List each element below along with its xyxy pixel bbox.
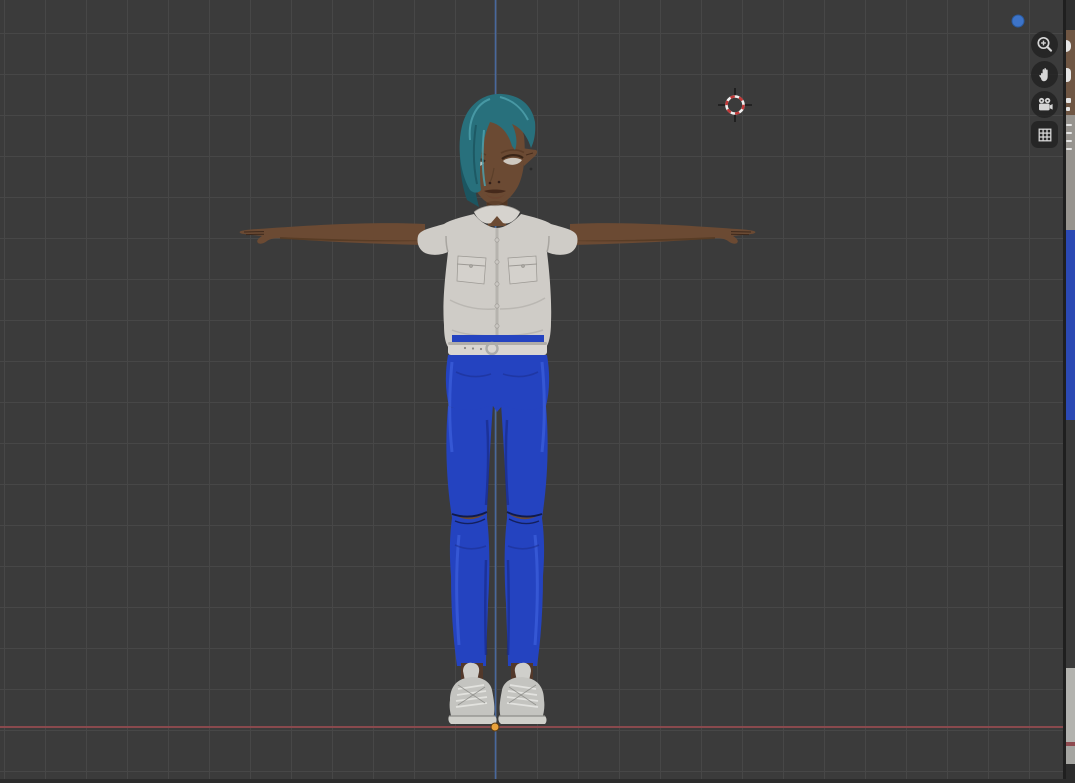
adjacent-segment-bg	[1066, 420, 1075, 668]
character-shirt	[417, 204, 578, 349]
adjacent-segment-shoe2	[1066, 746, 1075, 764]
partial-hand-icon	[1066, 68, 1071, 82]
navigation-gizmo-ball[interactable]	[1011, 14, 1025, 28]
earring	[529, 167, 533, 171]
character-head	[459, 93, 538, 207]
right-sole	[498, 716, 547, 724]
partial-camera-icon-2	[1066, 107, 1070, 111]
3d-cursor	[718, 88, 752, 122]
adjacent-segment-shoe	[1066, 668, 1075, 742]
grid-icon	[1038, 128, 1051, 141]
shirt-pocket-right	[507, 255, 538, 285]
adjacent-segment-jeans	[1066, 230, 1075, 420]
character-belt	[448, 341, 547, 356]
3d-viewport[interactable]	[0, 0, 1075, 783]
left-arm	[239, 223, 425, 245]
character-model[interactable]	[239, 93, 756, 724]
camera-view-button[interactable]	[1031, 91, 1058, 118]
character-jeans	[445, 355, 550, 666]
partial-list-line-1	[1066, 124, 1072, 126]
right-arm	[570, 223, 756, 245]
left-sole	[448, 716, 497, 724]
hand-icon	[1039, 67, 1048, 82]
grid-toggle-button[interactable]	[1031, 121, 1058, 148]
shirt-pocket-left	[456, 255, 487, 285]
scene-canvas[interactable]	[0, 0, 1075, 783]
jeans-hips	[445, 355, 550, 412]
pan-view-button[interactable]	[1031, 61, 1058, 88]
object-origin-point[interactable]	[490, 722, 500, 732]
partial-list-line-3	[1066, 140, 1072, 142]
partial-list-line-2	[1066, 132, 1072, 134]
partial-camera-icon	[1066, 98, 1071, 103]
camera-icon	[1038, 97, 1053, 110]
zoom-button[interactable]	[1031, 31, 1058, 58]
viewport-bottom-border	[0, 779, 1075, 783]
partial-list-line-4	[1066, 148, 1072, 150]
magnifier-plus-icon	[1037, 36, 1053, 52]
adjacent-segment-header	[1066, 0, 1075, 30]
